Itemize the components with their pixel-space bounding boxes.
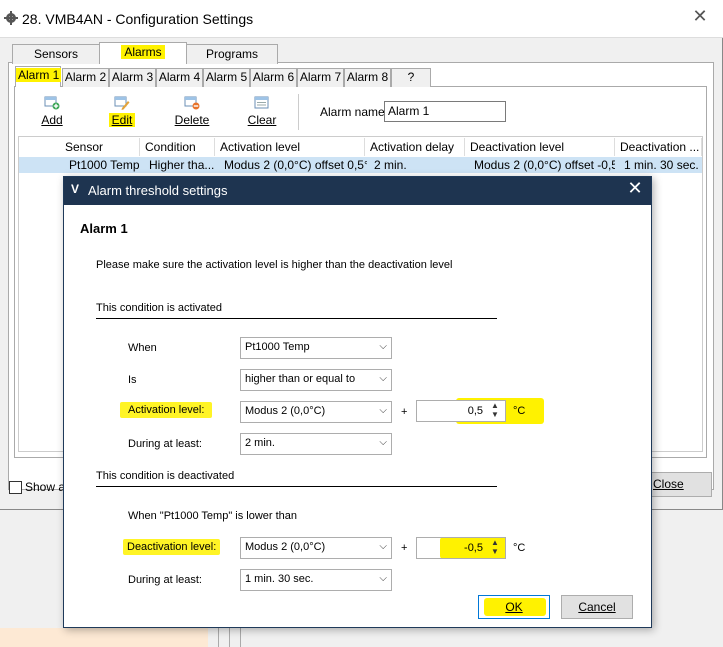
spinner-icon[interactable]: ▲ ▼ bbox=[489, 401, 501, 419]
tab-alarm-2[interactable]: Alarm 2 bbox=[62, 68, 109, 87]
during-label: During at least: bbox=[128, 438, 202, 450]
deactivation-level-value: Modus 2 (0,0°C) bbox=[245, 541, 326, 553]
condition-select[interactable]: higher than or equal to ⌵ bbox=[240, 369, 392, 391]
instruction-text: Please make sure the activation level is… bbox=[96, 259, 453, 271]
tab-alarm-1[interactable]: Alarm 1 bbox=[15, 66, 62, 87]
deactivation-delay-value: 1 min. 30 sec. bbox=[245, 573, 314, 585]
clear-icon bbox=[254, 96, 269, 109]
divider bbox=[218, 628, 219, 647]
activation-level-select[interactable]: Modus 2 (0,0°C) ⌵ bbox=[240, 401, 392, 423]
tab-alarm-8[interactable]: Alarm 8 bbox=[344, 68, 391, 87]
condition-select-value: higher than or equal to bbox=[245, 373, 356, 385]
tab-programs[interactable]: Programs bbox=[186, 44, 278, 64]
add-label: Add bbox=[41, 113, 63, 127]
activation-level-value: Modus 2 (0,0°C) bbox=[245, 405, 326, 417]
chevron-down-icon: ⌵ bbox=[379, 373, 387, 384]
ok-button[interactable]: OK bbox=[478, 595, 550, 619]
tab-alarm-3[interactable]: Alarm 3 bbox=[109, 68, 156, 87]
deactivation-unit: °C bbox=[513, 542, 526, 554]
tab-alarm-1-label: Alarm 1 bbox=[16, 68, 62, 82]
delete-label: Delete bbox=[174, 113, 210, 127]
dialog-close-icon[interactable]: ✕ bbox=[625, 178, 645, 199]
column-header-activation-delay[interactable]: Activation delay bbox=[365, 138, 465, 156]
background-strip bbox=[0, 628, 208, 647]
activation-unit: °C bbox=[513, 405, 526, 417]
delete-icon bbox=[184, 96, 200, 110]
section-divider bbox=[96, 486, 497, 487]
deactivation-level-select[interactable]: Modus 2 (0,0°C) ⌵ bbox=[240, 537, 392, 559]
cell-activation-level: Modus 2 (0,0°C) offset 0,5°C bbox=[224, 158, 367, 172]
activation-level-label: Activation level: bbox=[120, 402, 213, 418]
tab-sensors[interactable]: Sensors bbox=[12, 44, 100, 64]
cell-deactivation-level: Modus 2 (0,0°C) offset -0,5... bbox=[474, 158, 615, 172]
column-header-activation-level[interactable]: Activation level bbox=[215, 138, 365, 156]
chevron-down-icon: ⌵ bbox=[379, 405, 387, 416]
deactivation-offset-input[interactable]: -0,5 ▲ ▼ bbox=[416, 537, 506, 559]
chevron-down-icon: ⌵ bbox=[379, 573, 387, 584]
alarm-name-input[interactable]: Alarm 1 bbox=[384, 101, 506, 122]
tab-help[interactable]: ? bbox=[391, 68, 431, 87]
chevron-down-icon: ⌵ bbox=[379, 437, 387, 448]
deactivation-when-text: When "Pt1000 Temp" is lower than bbox=[128, 510, 298, 522]
add-icon bbox=[44, 96, 60, 110]
alarm-name-label: Alarm name: bbox=[320, 105, 389, 119]
edit-label-text: Edit bbox=[108, 113, 136, 127]
show-all-checkbox[interactable] bbox=[9, 481, 22, 494]
close-button[interactable]: Close bbox=[648, 472, 712, 497]
alarm-heading: Alarm 1 bbox=[80, 221, 128, 236]
deactivated-section-header: This condition is deactivated bbox=[96, 470, 235, 482]
edit-label: Edit bbox=[100, 113, 144, 127]
plus-sign: + bbox=[401, 542, 408, 554]
activation-offset-input[interactable]: 0,5 ▲ ▼ bbox=[416, 400, 506, 422]
cell-sensor: Pt1000 Temp bbox=[69, 158, 140, 172]
during-label: During at least: bbox=[128, 574, 202, 586]
activation-delay-value: 2 min. bbox=[245, 437, 275, 449]
divider bbox=[240, 628, 241, 647]
divider bbox=[229, 628, 230, 647]
clear-button[interactable]: Clear bbox=[240, 94, 284, 130]
is-label: Is bbox=[128, 374, 137, 386]
edit-icon bbox=[114, 96, 130, 110]
deactivation-level-label: Deactivation level: bbox=[123, 539, 221, 555]
tab-alarm-7[interactable]: Alarm 7 bbox=[297, 68, 344, 87]
window-title: 28. VMB4AN - Configuration Settings bbox=[22, 11, 254, 27]
when-label: When bbox=[128, 342, 157, 354]
column-header-condition[interactable]: Condition bbox=[140, 138, 215, 156]
activated-section-header: This condition is activated bbox=[96, 302, 222, 314]
spinner-icon[interactable]: ▲ ▼ bbox=[489, 538, 501, 556]
cell-condition: Higher tha... bbox=[149, 158, 215, 172]
show-all-label: Show a bbox=[25, 480, 66, 494]
sensor-select-value: Pt1000 Temp bbox=[245, 341, 310, 353]
tab-alarm-6[interactable]: Alarm 6 bbox=[250, 68, 297, 87]
column-header-deactivation-level[interactable]: Deactivation level bbox=[465, 138, 615, 156]
tab-alarms[interactable]: Alarms bbox=[99, 42, 187, 64]
chevron-down-icon: ⌵ bbox=[379, 541, 387, 552]
activation-delay-select[interactable]: 2 min. ⌵ bbox=[240, 433, 392, 455]
delete-button[interactable]: Delete bbox=[170, 94, 214, 130]
tab-alarms-label: Alarms bbox=[121, 45, 165, 59]
toolbar-separator bbox=[298, 94, 299, 130]
cancel-button[interactable]: Cancel bbox=[561, 595, 633, 619]
dialog-title: Alarm threshold settings bbox=[88, 183, 228, 198]
column-header-sensor[interactable]: Sensor bbox=[60, 138, 140, 156]
sensor-select[interactable]: Pt1000 Temp ⌵ bbox=[240, 337, 392, 359]
tab-alarm-5[interactable]: Alarm 5 bbox=[203, 68, 250, 87]
close-icon[interactable]: ✕ bbox=[690, 6, 710, 27]
chevron-down-icon: ⌵ bbox=[379, 341, 387, 352]
clear-label: Clear bbox=[247, 113, 277, 127]
cell-activation-delay: 2 min. bbox=[374, 158, 407, 172]
edit-button[interactable]: Edit bbox=[100, 94, 144, 130]
tab-alarm-4[interactable]: Alarm 4 bbox=[156, 68, 203, 87]
cell-deactivation-delay: 1 min. 30 sec. bbox=[624, 158, 699, 172]
deactivation-offset-value: -0,5 bbox=[464, 542, 483, 554]
gear-icon bbox=[4, 11, 18, 25]
deactivation-delay-select[interactable]: 1 min. 30 sec. ⌵ bbox=[240, 569, 392, 591]
plus-sign: + bbox=[401, 406, 408, 418]
column-header-deactivation-delay[interactable]: Deactivation ... bbox=[615, 138, 702, 156]
section-divider bbox=[96, 318, 497, 319]
add-button[interactable]: Add bbox=[30, 94, 74, 130]
activation-offset-value: 0,5 bbox=[467, 405, 483, 417]
velbus-logo-icon: V bbox=[71, 182, 80, 196]
